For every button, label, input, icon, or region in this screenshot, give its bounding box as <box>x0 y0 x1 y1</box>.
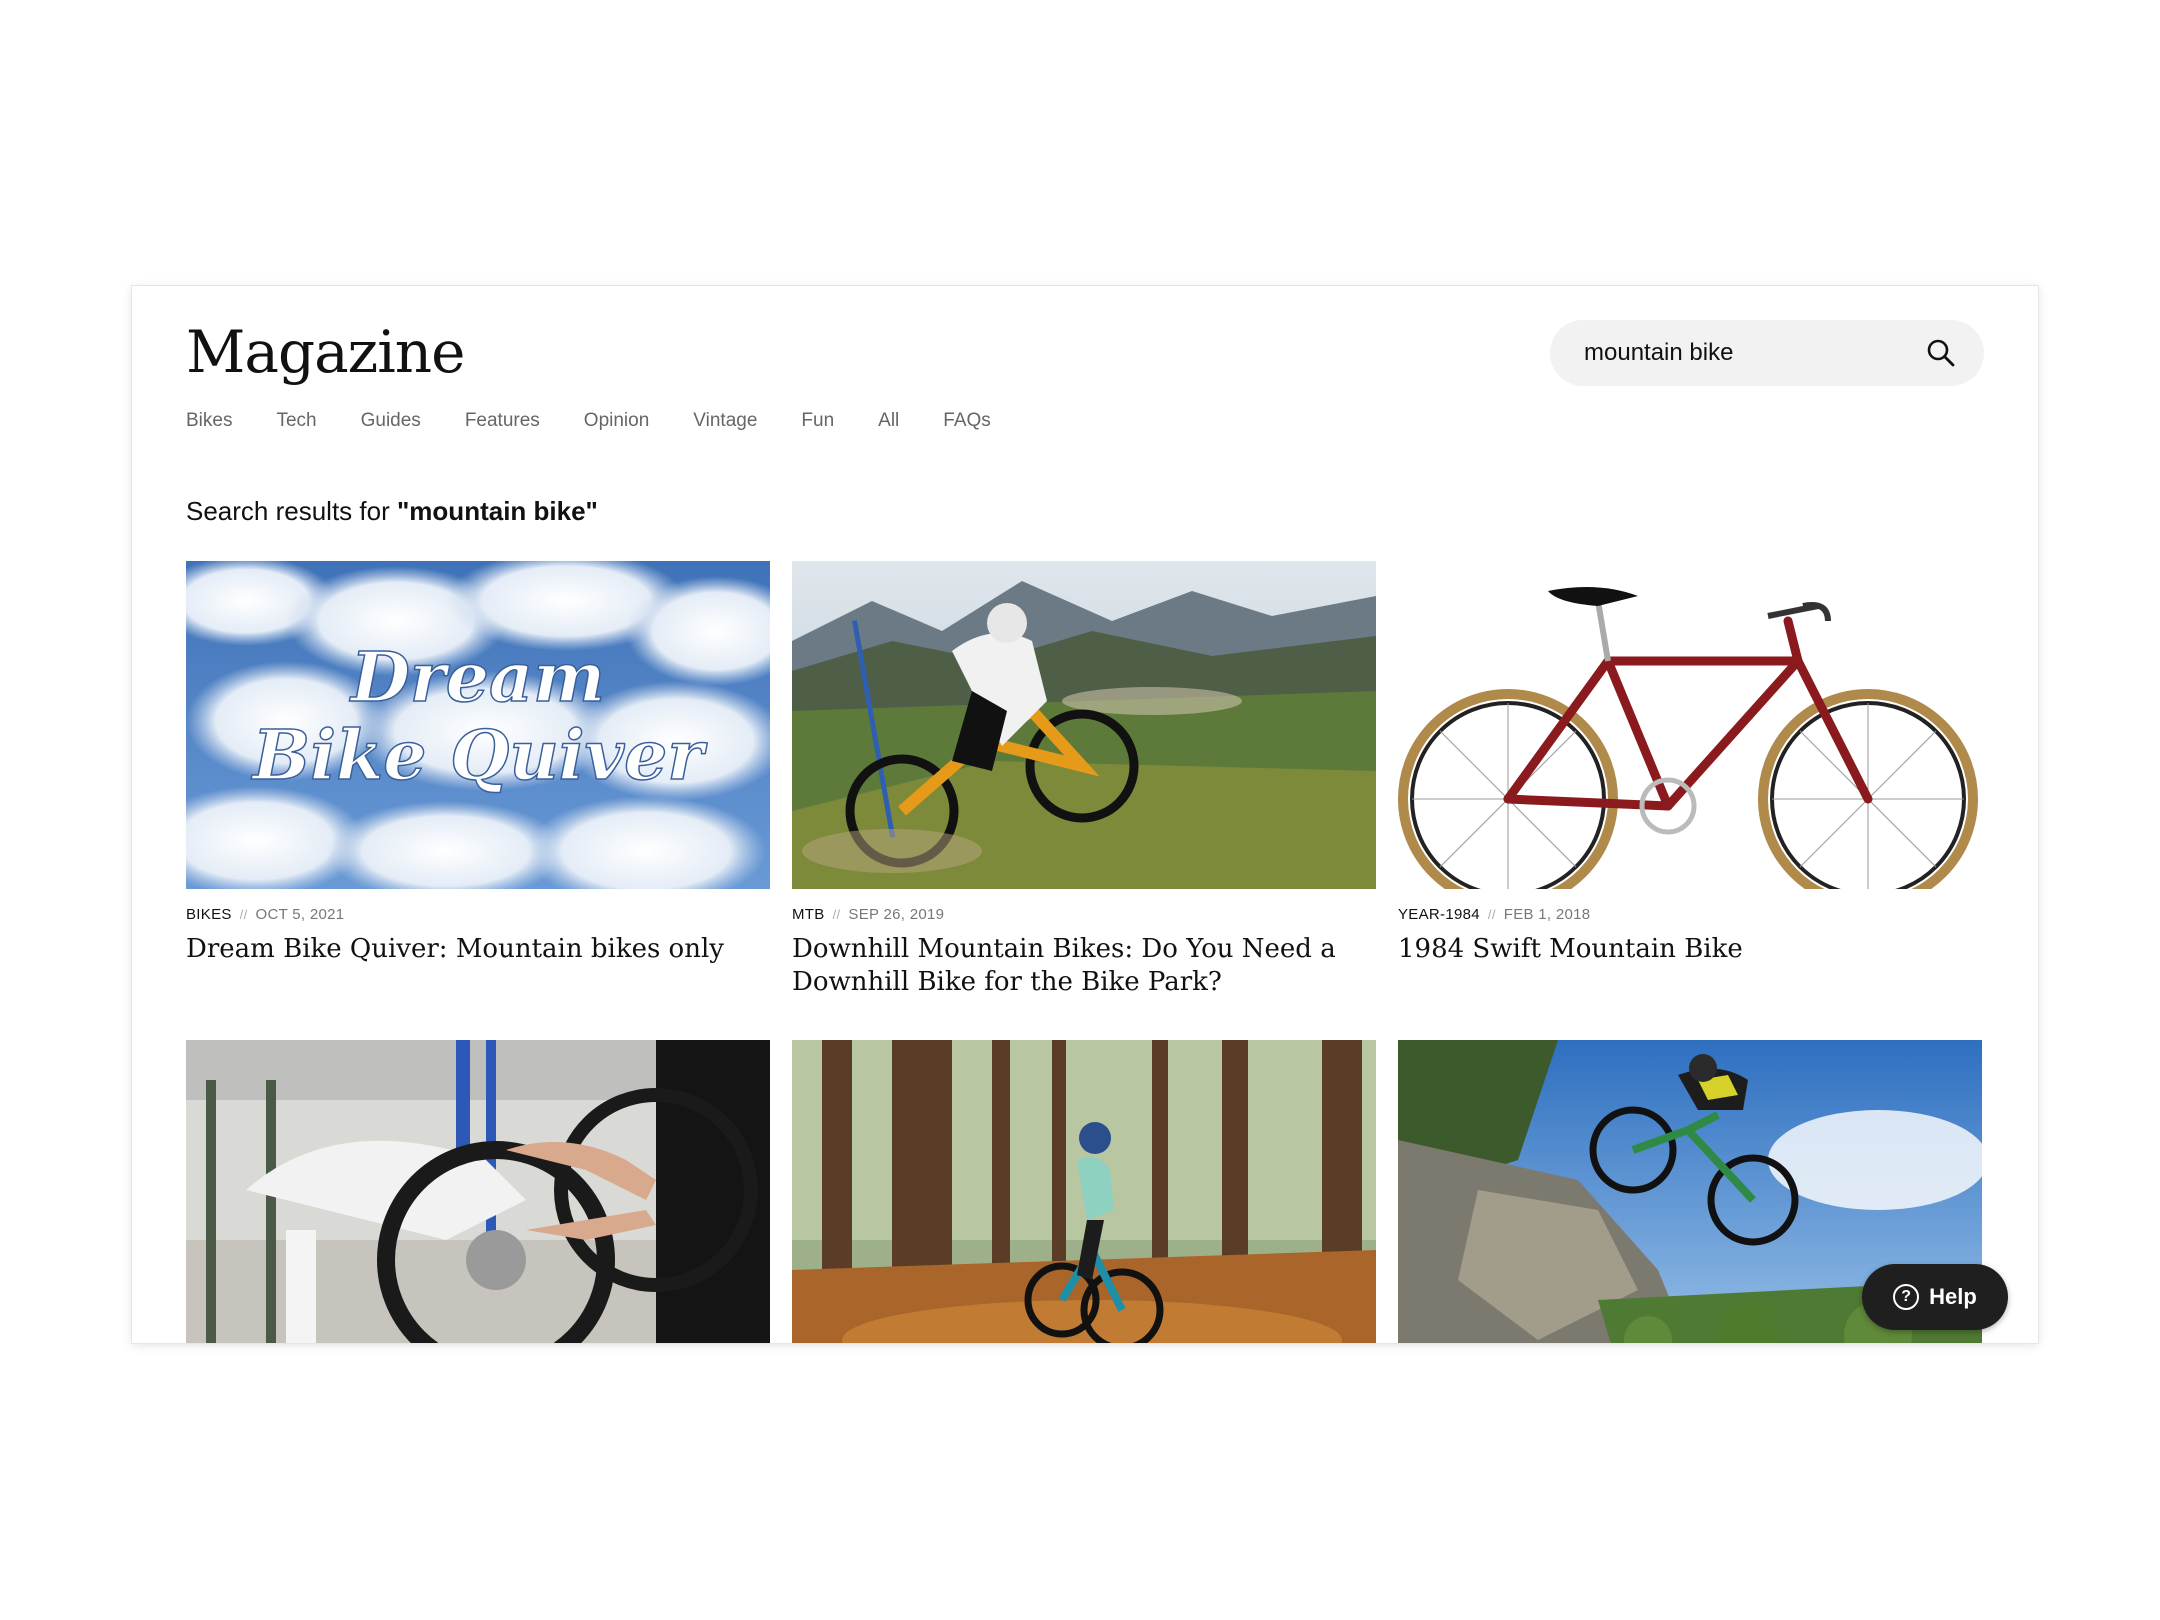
nav-item-features[interactable]: Features <box>465 410 540 432</box>
article-card[interactable] <box>186 1040 770 1343</box>
question-circle-icon: ? <box>1893 1284 1920 1310</box>
meta-separator: // <box>239 907 248 922</box>
nav-item-fun[interactable]: Fun <box>801 410 834 432</box>
article-meta: BIKES // OCT 5, 2021 <box>186 906 770 923</box>
article-thumbnail-dream-bike-quiver[interactable]: Dream Bike Quiver <box>186 561 770 889</box>
article-card[interactable] <box>792 1040 1376 1343</box>
nav-item-all[interactable]: All <box>878 410 899 432</box>
meta-separator: // <box>1487 907 1496 922</box>
article-card[interactable]: Dream Bike Quiver BIKES // OCT 5, 2021 D… <box>186 561 770 966</box>
nav-item-tech[interactable]: Tech <box>276 410 316 432</box>
help-label: Help <box>1929 1284 1977 1309</box>
article-category[interactable]: YEAR-1984 <box>1398 906 1480 923</box>
thumbnail-text-bike-quiver: Bike Quiver <box>251 716 708 796</box>
meta-separator: // <box>832 907 841 922</box>
article-date: SEP 26, 2019 <box>848 906 945 923</box>
article-card[interactable]: YEAR-1984 // FEB 1, 2018 1984 Swift Moun… <box>1398 561 1982 966</box>
article-thumbnail-1984-swift[interactable] <box>1398 561 1982 889</box>
thumbnail-text-dream: Dream <box>349 638 605 718</box>
nav-item-guides[interactable]: Guides <box>361 410 421 432</box>
search-bar[interactable] <box>1550 320 1984 386</box>
article-thumbnail-forest-ride[interactable] <box>792 1040 1376 1343</box>
article-thumbnail-bike-repair[interactable] <box>186 1040 770 1343</box>
article-date: FEB 1, 2018 <box>1503 906 1591 923</box>
article-meta: MTB // SEP 26, 2019 <box>792 906 1376 923</box>
article-category[interactable]: MTB <box>792 906 825 923</box>
article-title[interactable]: Downhill Mountain Bikes: Do You Need a D… <box>792 933 1376 999</box>
article-thumbnail-downhill[interactable] <box>792 561 1376 889</box>
results-query: "mountain bike" <box>396 496 598 526</box>
article-category[interactable]: BIKES <box>186 906 232 923</box>
article-title[interactable]: Dream Bike Quiver: Mountain bikes only <box>186 933 770 966</box>
nav-item-vintage[interactable]: Vintage <box>693 410 757 432</box>
nav-item-opinion[interactable]: Opinion <box>584 410 650 432</box>
article-meta: YEAR-1984 // FEB 1, 2018 <box>1398 906 1982 923</box>
page-frame: Magazine Bikes Tech Guides Features Opin… <box>132 286 2038 1343</box>
help-button[interactable]: ? Help <box>1862 1264 2008 1330</box>
article-date: OCT 5, 2021 <box>255 906 345 923</box>
category-nav: Bikes Tech Guides Features Opinion Vinta… <box>186 410 1035 432</box>
search-icon[interactable] <box>1924 336 1958 370</box>
search-input[interactable] <box>1582 338 1906 368</box>
search-results-heading: Search results for "mountain bike" <box>186 496 598 527</box>
nav-item-bikes[interactable]: Bikes <box>186 410 232 432</box>
article-card[interactable]: MTB // SEP 26, 2019 Downhill Mountain Bi… <box>792 561 1376 999</box>
article-title[interactable]: 1984 Swift Mountain Bike <box>1398 933 1982 966</box>
nav-item-faqs[interactable]: FAQs <box>943 410 991 432</box>
results-prefix: Search results for <box>186 496 397 526</box>
site-logo[interactable]: Magazine <box>186 318 465 386</box>
